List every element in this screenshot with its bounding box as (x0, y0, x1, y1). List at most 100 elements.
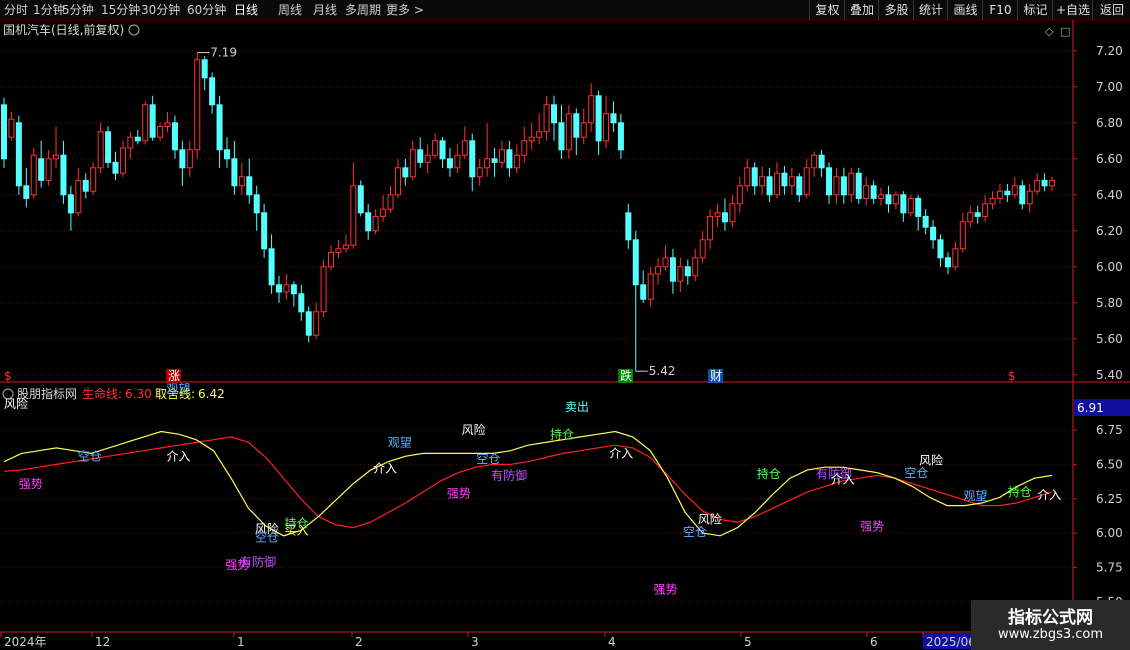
signal-label-23: 持仓 (757, 466, 781, 481)
candle-body-139 (1034, 179, 1041, 192)
candle-body-98 (729, 203, 736, 223)
candle-body-63 (469, 140, 476, 178)
ind-tick-label-3: 6.00 (1096, 526, 1123, 540)
candle-body-79 (588, 95, 595, 124)
candle-body-68 (506, 149, 513, 169)
toolbar-item-2[interactable]: 5分钟 (62, 2, 94, 18)
candle-body-103 (766, 176, 773, 196)
candle-body-133 (989, 197, 996, 205)
price-tick-label-5: 6.20 (1096, 224, 1123, 238)
price-tick-label-4: 6.40 (1096, 188, 1123, 202)
candle-body-94 (699, 239, 706, 259)
candle-body-115 (855, 172, 862, 199)
signal-label-1: 观望 (166, 382, 190, 396)
signal-label-28: 空仓 (904, 466, 928, 480)
signal-label-11: 介入 (373, 462, 397, 476)
candle-body-36 (268, 248, 275, 286)
candle-body-122 (907, 197, 914, 214)
candle-body-57 (424, 154, 431, 163)
candle-body-92 (684, 266, 691, 277)
x-label-3: 2 (355, 635, 363, 649)
candle-body-0 (1, 104, 7, 160)
signal-label-3: 介入 (166, 449, 190, 463)
candle-body-118 (878, 194, 885, 199)
signal-label-26: 强势 (860, 519, 884, 533)
signal-label-13: 风险 (462, 422, 486, 437)
signal-label-14: 空仓 (476, 452, 500, 466)
candle-body-99 (736, 185, 743, 205)
candle-body-60 (446, 158, 453, 169)
toolbar-right-3[interactable]: 统计 (913, 0, 948, 20)
candle-body-107 (796, 176, 803, 196)
candle-body-111 (826, 167, 833, 196)
toolbar-right-8[interactable]: 返回 (1092, 0, 1130, 20)
candle-body-16 (119, 147, 126, 174)
signal-label-31: 介入 (1037, 488, 1061, 502)
toolbar-item-4[interactable]: 30分钟 (141, 2, 180, 18)
high-label: 7.19 (210, 46, 237, 60)
candle-body-100 (744, 167, 751, 187)
price-tick-label-6: 6.00 (1096, 260, 1123, 274)
candle-body-40 (298, 293, 305, 313)
candle-body-53 (394, 167, 401, 196)
toolbar-right-0[interactable]: 复权 (809, 0, 845, 20)
signal-label-15: 有防御 (491, 468, 527, 483)
toolbar-right-4[interactable]: 画线 (947, 0, 983, 20)
candle-body-136 (1011, 185, 1018, 196)
candle-body-123 (915, 197, 922, 217)
candle-body-9 (67, 194, 74, 214)
candle-body-96 (714, 212, 721, 217)
low-label: 5.42 (649, 364, 676, 378)
candle-body-5 (38, 158, 45, 181)
signal-label-30: 持仓 (1008, 484, 1032, 499)
toolbar-item-5[interactable]: 60分钟 (187, 2, 226, 18)
candle-body-64 (476, 167, 483, 178)
toolbar-item-6[interactable]: 日线 (234, 2, 258, 18)
candle-body-58 (432, 140, 439, 156)
signal-label-17: 持仓 (550, 426, 574, 441)
candle-body-59 (439, 140, 446, 160)
x-label-2: 1 (237, 635, 245, 649)
candle-body-17 (127, 136, 134, 149)
ind-tick-label-4: 5.75 (1096, 560, 1123, 574)
toolbar-item-8[interactable]: 月线 (313, 2, 337, 18)
period-toolbar: 分时 1分钟 5分钟 15分钟 30分钟 60分钟 日线 周线 月线 多周期 更多 > 复权 叠加 多股统… (0, 0, 1130, 21)
toolbar-right-5[interactable]: F10 (982, 0, 1018, 20)
toolbar-item-0[interactable]: 分时 (4, 2, 28, 18)
candle-body-22 (164, 122, 171, 127)
candle-body-33 (246, 176, 253, 196)
toolbar-right-6[interactable]: 标记 (1017, 0, 1053, 20)
ind-tick-label-1: 6.50 (1096, 457, 1123, 471)
candle-body-72 (536, 131, 543, 138)
x-label-7: 6 (870, 635, 878, 649)
x-label-4: 3 (471, 635, 479, 649)
candle-body-18 (134, 136, 141, 142)
price-tick-label-3: 6.60 (1096, 152, 1123, 166)
candle-body-131 (974, 212, 981, 217)
toolbar-right-2[interactable]: 多股 (878, 0, 914, 20)
candle-body-87 (647, 273, 654, 300)
toolbar-item-1[interactable]: 1分钟 (33, 2, 65, 18)
candle-body-67 (498, 149, 505, 163)
toolbar-item-10[interactable]: 更多 > (386, 2, 424, 18)
candle-body-44 (328, 251, 335, 268)
toolbar-right-7[interactable]: +自选 (1052, 0, 1093, 20)
candle-body-138 (1026, 190, 1033, 205)
candle-body-119 (885, 194, 892, 205)
candle-body-15 (112, 161, 119, 174)
toolbar-item-7[interactable]: 周线 (278, 2, 302, 18)
signal-label-18: 卖出 (565, 400, 589, 414)
x-label-0: 2024年 (4, 635, 47, 649)
toolbar-right-1[interactable]: 叠加 (844, 0, 879, 20)
signal-label-0: 风险 (4, 396, 28, 411)
toolbar-item-9[interactable]: 多周期 (345, 2, 381, 18)
candle-body-69 (513, 154, 520, 169)
lifeline-label: 生命线: (82, 386, 122, 401)
candle-body-61 (454, 154, 461, 169)
signal-label-4: 强势 (19, 477, 43, 491)
candle-body-41 (305, 311, 312, 336)
candle-body-113 (840, 176, 847, 196)
candle-body-3 (23, 185, 30, 199)
toolbar-item-3[interactable]: 15分钟 (101, 2, 140, 18)
event-marker-2: 跌 (620, 368, 632, 383)
